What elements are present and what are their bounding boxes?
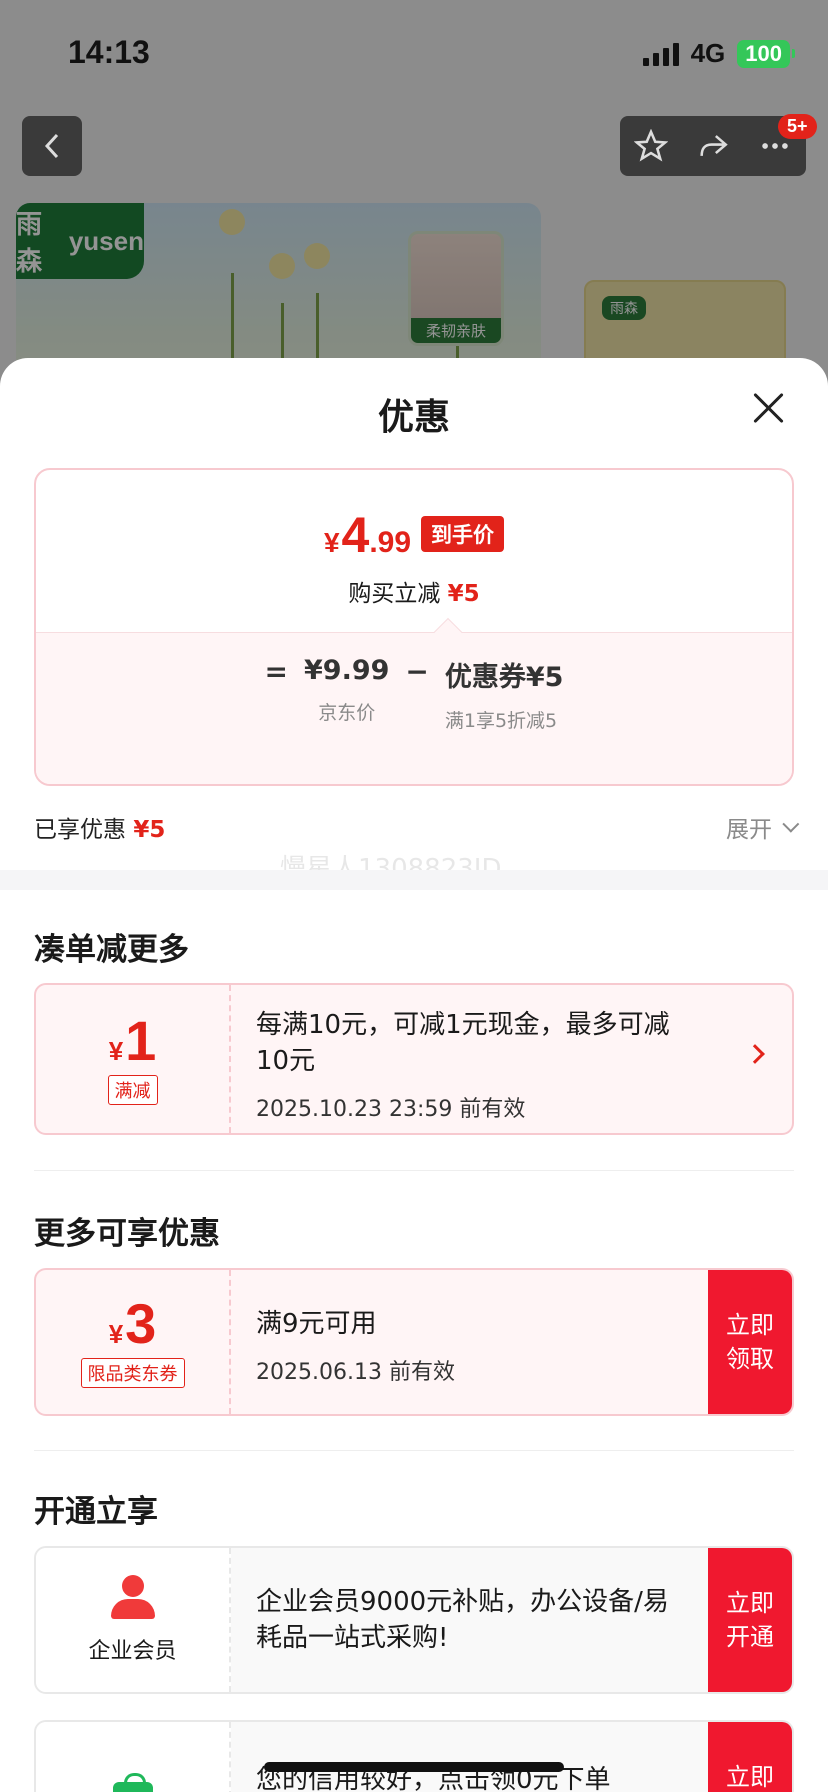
close-icon[interactable] bbox=[748, 388, 788, 428]
enjoyed-value: ¥5 bbox=[133, 817, 166, 843]
status-indicators: 4G 100 bbox=[642, 38, 795, 69]
claim-coupon-label: 立即领取 bbox=[726, 1311, 774, 1373]
price-breakdown: = ¥9.99 京东价 − 优惠券¥5 满1享5折减5 bbox=[36, 632, 792, 784]
coupon-validity: 2025.10.23 23:59 前有效 bbox=[256, 1097, 526, 1122]
minus-sign: − bbox=[405, 655, 429, 688]
enjoyed-label: 已享优惠 bbox=[34, 817, 126, 843]
status-bar: 14:13 4G 100 bbox=[0, 0, 828, 100]
enjoyed-discount: 已享优惠 ¥5 bbox=[34, 810, 165, 844]
sheet-title: 优惠 bbox=[377, 397, 450, 438]
section-title-more-order: 凑单减更多 bbox=[34, 932, 189, 968]
home-indicator[interactable] bbox=[264, 1762, 564, 1772]
more-badge: 5+ bbox=[778, 114, 817, 139]
coupon-desc: 满1享5折减5 bbox=[444, 710, 558, 732]
instant-discount: 购买立减 ¥5 bbox=[36, 574, 792, 608]
coupon-amount-symbol: ¥ bbox=[108, 1036, 124, 1066]
signal-icon bbox=[642, 42, 679, 66]
credit-offer-label: 立即 bbox=[726, 1763, 774, 1791]
credit-offer-card: 您的信用较好，点击领0元下单 立即 bbox=[34, 1720, 794, 1792]
battery-icon: 100 bbox=[737, 39, 795, 68]
shopping-bag-icon bbox=[112, 1773, 153, 1792]
star-icon[interactable] bbox=[634, 129, 668, 163]
coupon-amount: ¥ 3 bbox=[109, 1296, 157, 1352]
coupon-value: 优惠券¥5 bbox=[444, 662, 564, 693]
expand-button[interactable]: 展开 bbox=[726, 810, 800, 844]
credit-offer-button[interactable]: 立即 bbox=[708, 1722, 792, 1792]
coupon-rule: 满9元可用 bbox=[256, 1309, 377, 1339]
final-price: ¥ 4 .99 到手价 bbox=[36, 506, 792, 564]
network-type: 4G bbox=[690, 38, 726, 68]
section-title-open: 开通立享 bbox=[34, 1494, 158, 1530]
final-price-symbol: ¥ bbox=[323, 527, 340, 558]
final-price-tag: 到手价 bbox=[421, 516, 505, 552]
instant-discount-value: ¥5 bbox=[447, 581, 480, 607]
coupon-amount-value: 1 bbox=[125, 1009, 157, 1072]
status-time: 14:13 bbox=[68, 34, 150, 70]
thin-divider bbox=[34, 1170, 794, 1171]
coupon-type-tag: 限品类东券 bbox=[80, 1358, 185, 1388]
coupon-amount-value: 3 bbox=[125, 1292, 157, 1355]
back-button[interactable] bbox=[22, 116, 82, 176]
section-divider bbox=[0, 870, 828, 890]
category-coupon: ¥ 3 限品类东券 满9元可用 2025.06.13 前有效 立即领取 bbox=[34, 1268, 794, 1416]
coupon-rule: 每满10元，可减1元现金，最多可减10元 bbox=[256, 1010, 670, 1076]
jd-price-label: 京东价 bbox=[318, 702, 376, 724]
jd-price: ¥9.99 bbox=[304, 655, 390, 686]
product-page-background: 雨森 yusen 柔韧亲肤 雨森 14:13 4G 100 5+ bbox=[0, 0, 828, 420]
chevron-right-icon[interactable] bbox=[745, 1044, 765, 1064]
member-label: 企业会员 bbox=[88, 1639, 177, 1664]
open-member-label: 立即开通 bbox=[726, 1589, 774, 1651]
final-price-int: 4 bbox=[341, 507, 370, 563]
enterprise-member-card: 企业会员 企业会员9000元补贴，办公设备/易耗品一站式采购! 立即开通 bbox=[34, 1546, 794, 1694]
member-benefit-text: 企业会员9000元补贴，办公设备/易耗品一站式采购! bbox=[256, 1587, 669, 1653]
chevron-down-icon bbox=[782, 815, 800, 833]
coupon-validity: 2025.06.13 前有效 bbox=[256, 1360, 455, 1385]
price-summary-card: ¥ 4 .99 到手价 购买立减 ¥5 = ¥9.99 京东价 − 优惠券¥5 bbox=[34, 468, 794, 786]
person-icon bbox=[110, 1575, 155, 1621]
thin-divider bbox=[34, 1450, 794, 1451]
instant-discount-label: 购买立减 bbox=[348, 581, 441, 607]
open-member-button[interactable]: 立即开通 bbox=[708, 1548, 792, 1692]
coupon-amount: ¥ 1 bbox=[109, 1013, 157, 1069]
expand-label: 展开 bbox=[726, 817, 772, 843]
section-title-more-discount: 更多可享优惠 bbox=[34, 1216, 220, 1252]
discount-sheet: 优惠 ¥ 4 .99 到手价 购买立减 ¥5 = ¥9.99 京东价 − 优惠券… bbox=[0, 358, 828, 1792]
claim-coupon-button[interactable]: 立即领取 bbox=[708, 1270, 792, 1414]
final-price-dec: .99 bbox=[369, 526, 412, 559]
coupon-type-tag: 满减 bbox=[107, 1075, 158, 1105]
full-reduction-coupon[interactable]: ¥ 1 满减 每满10元，可减1元现金，最多可减10元 2025.10.23 2… bbox=[34, 983, 794, 1135]
equals-sign: = bbox=[264, 655, 288, 688]
back-icon bbox=[44, 133, 59, 159]
share-icon[interactable] bbox=[696, 129, 730, 163]
coupon-amount-symbol: ¥ bbox=[108, 1319, 124, 1349]
